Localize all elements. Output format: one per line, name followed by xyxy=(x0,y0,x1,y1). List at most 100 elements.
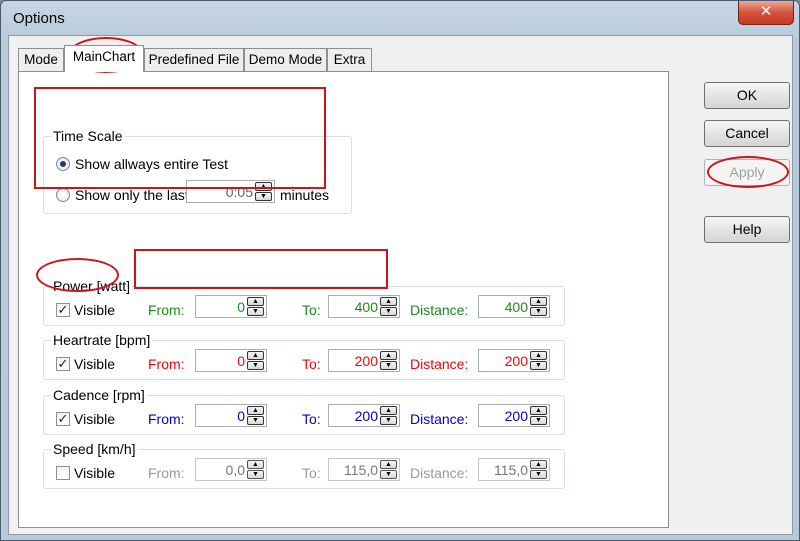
spin-up-icon[interactable]: ▲ xyxy=(247,297,264,306)
heartrate-distance-spinner[interactable]: 200 ▲ ▼ xyxy=(478,349,550,372)
last-minutes-spinner[interactable]: 0:05 ▲ ▼ xyxy=(186,180,275,203)
help-button[interactable]: Help xyxy=(704,216,790,243)
title-bar[interactable]: Options ✕ xyxy=(1,1,799,35)
speed-title: Speed [km/h] xyxy=(51,441,138,457)
cadence-visible-label: Visible xyxy=(74,411,115,427)
power-to-value: 400 xyxy=(354,299,378,315)
spin-down-icon[interactable]: ▼ xyxy=(247,470,264,479)
spin-down-icon[interactable]: ▼ xyxy=(530,307,547,316)
tab-extra[interactable]: Extra xyxy=(327,48,372,71)
spin-down-icon[interactable]: ▼ xyxy=(530,416,547,425)
spin-up-icon[interactable]: ▲ xyxy=(247,351,264,360)
tab-mainchart[interactable]: MainChart xyxy=(64,45,144,72)
radio-show-last-label: Show only the last xyxy=(75,187,189,203)
heartrate-from-spinner[interactable]: 0 ▲ ▼ xyxy=(195,349,267,372)
tab-label: Predefined File xyxy=(148,52,240,67)
speed-visible-checkbox[interactable] xyxy=(56,466,70,480)
spin-down-icon[interactable]: ▼ xyxy=(255,192,272,201)
heartrate-to-value: 200 xyxy=(354,353,378,369)
speed-distance-value: 115,0 xyxy=(494,462,528,478)
tab-predefined-file[interactable]: Predefined File xyxy=(144,48,244,71)
tab-mode[interactable]: Mode xyxy=(18,48,64,71)
check-icon: ✓ xyxy=(57,411,69,426)
spin-down-icon[interactable]: ▼ xyxy=(247,416,264,425)
time-scale-title: Time Scale xyxy=(51,128,125,144)
heartrate-to-spinner[interactable]: 200 ▲ ▼ xyxy=(328,349,400,372)
apply-button[interactable]: Apply xyxy=(704,159,790,186)
cancel-button[interactable]: Cancel xyxy=(704,120,790,147)
cadence-to-spinner[interactable]: 200 ▲ ▼ xyxy=(328,404,400,427)
cadence-from-spinner[interactable]: 0 ▲ ▼ xyxy=(195,404,267,427)
heartrate-from-label: From: xyxy=(148,356,185,372)
radio-show-last[interactable] xyxy=(56,188,70,202)
cadence-title: Cadence [rpm] xyxy=(51,387,147,403)
speed-visible-label: Visible xyxy=(74,465,115,481)
power-from-label: From: xyxy=(148,302,185,318)
heartrate-distance-label: Distance: xyxy=(410,356,469,372)
power-from-value: 0 xyxy=(237,299,245,315)
cadence-from-label: From: xyxy=(148,411,185,427)
tab-label: MainChart xyxy=(72,49,136,64)
close-button[interactable]: ✕ xyxy=(738,1,794,25)
speed-to-label: To: xyxy=(302,465,321,481)
power-distance-value: 400 xyxy=(504,299,528,315)
speed-from-spinner[interactable]: 0,0 ▲ ▼ xyxy=(195,458,267,481)
heartrate-group: Heartrate [bpm] ✓ Visible From: 0 ▲ ▼ To… xyxy=(43,332,565,380)
spin-up-icon[interactable]: ▲ xyxy=(530,406,547,415)
spin-down-icon[interactable]: ▼ xyxy=(380,307,397,316)
spin-up-icon[interactable]: ▲ xyxy=(380,460,397,469)
heartrate-visible-checkbox[interactable]: ✓ xyxy=(56,357,70,371)
speed-distance-label: Distance: xyxy=(410,465,469,481)
window-title: Options xyxy=(13,10,65,27)
speed-to-spinner[interactable]: 115,0 ▲ ▼ xyxy=(328,458,400,481)
mainchart-panel: Time Scale Show allways entire Test Show… xyxy=(18,71,669,528)
speed-to-value: 115,0 xyxy=(344,462,378,478)
heartrate-distance-value: 200 xyxy=(504,353,528,369)
spin-down-icon[interactable]: ▼ xyxy=(380,470,397,479)
spin-down-icon[interactable]: ▼ xyxy=(247,307,264,316)
spin-up-icon[interactable]: ▲ xyxy=(530,297,547,306)
spin-up-icon[interactable]: ▲ xyxy=(380,351,397,360)
spin-up-icon[interactable]: ▲ xyxy=(530,351,547,360)
spin-up-icon[interactable]: ▲ xyxy=(530,460,547,469)
speed-distance-spinner[interactable]: 115,0 ▲ ▼ xyxy=(478,458,550,481)
cadence-distance-label: Distance: xyxy=(410,411,469,427)
tab-label: Mode xyxy=(24,52,58,67)
heartrate-visible-label: Visible xyxy=(74,356,115,372)
spin-up-icon[interactable]: ▲ xyxy=(247,460,264,469)
spin-up-icon[interactable]: ▲ xyxy=(255,182,272,191)
power-visible-label: Visible xyxy=(74,302,115,318)
heartrate-to-label: To: xyxy=(302,356,321,372)
spin-down-icon[interactable]: ▼ xyxy=(530,361,547,370)
cadence-to-value: 200 xyxy=(354,408,378,424)
spin-up-icon[interactable]: ▲ xyxy=(380,406,397,415)
cadence-visible-checkbox[interactable]: ✓ xyxy=(56,412,70,426)
tab-label: Extra xyxy=(333,52,366,67)
cadence-group: Cadence [rpm] ✓ Visible From: 0 ▲ ▼ To: … xyxy=(43,387,565,435)
cadence-distance-value: 200 xyxy=(504,408,528,424)
power-group: Power [watt] ✓ Visible From: 0 ▲ ▼ To: 4… xyxy=(43,278,565,326)
time-scale-group: Time Scale Show allways entire Test Show… xyxy=(43,128,352,214)
speed-from-label: From: xyxy=(148,465,185,481)
tab-label: Demo Mode xyxy=(248,52,323,67)
power-visible-checkbox[interactable]: ✓ xyxy=(56,303,70,317)
spin-down-icon[interactable]: ▼ xyxy=(380,361,397,370)
close-icon: ✕ xyxy=(759,3,773,20)
cadence-distance-spinner[interactable]: 200 ▲ ▼ xyxy=(478,404,550,427)
spin-down-icon[interactable]: ▼ xyxy=(380,416,397,425)
power-to-spinner[interactable]: 400 ▲ ▼ xyxy=(328,295,400,318)
power-title: Power [watt] xyxy=(51,278,133,294)
spin-up-icon[interactable]: ▲ xyxy=(247,406,264,415)
radio-show-entire[interactable] xyxy=(56,157,70,171)
spin-up-icon[interactable]: ▲ xyxy=(380,297,397,306)
dialog-client: Mode MainChart Predefined File Demo Mode… xyxy=(8,35,793,535)
cadence-to-label: To: xyxy=(302,411,321,427)
power-from-spinner[interactable]: 0 ▲ ▼ xyxy=(195,295,267,318)
speed-group: Speed [km/h] Visible From: 0,0 ▲ ▼ To: 1… xyxy=(43,441,565,489)
tab-demo-mode[interactable]: Demo Mode xyxy=(244,48,327,71)
spin-down-icon[interactable]: ▼ xyxy=(247,361,264,370)
spin-down-icon[interactable]: ▼ xyxy=(530,470,547,479)
ok-button[interactable]: OK xyxy=(704,82,790,109)
power-distance-spinner[interactable]: 400 ▲ ▼ xyxy=(478,295,550,318)
heartrate-title: Heartrate [bpm] xyxy=(51,332,153,348)
